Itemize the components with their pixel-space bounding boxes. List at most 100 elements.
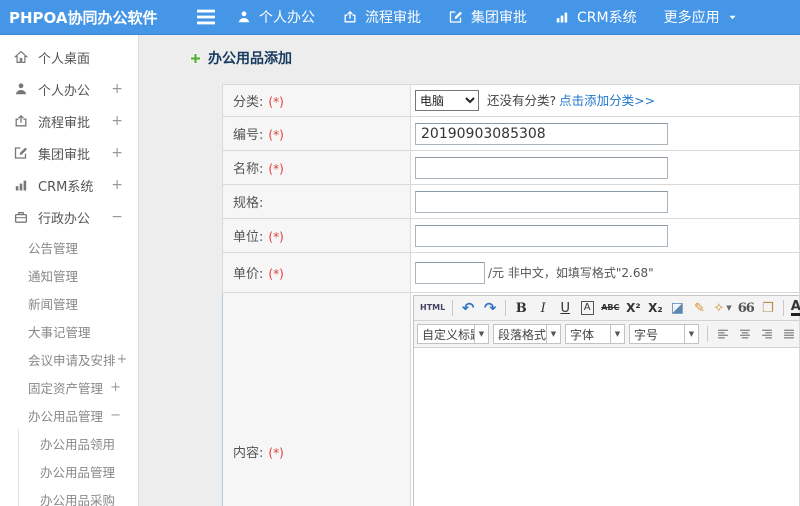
sidebar-item-events-mgmt[interactable]: 大事记管理 (0, 317, 138, 345)
sidebar-item-label: 流程审批 (38, 115, 91, 131)
superscript-icon: X² (626, 301, 641, 315)
top-bar: PHPOA协同办公软件 个人办公 流程审批 集团审批 CRM系统 更多应用 (0, 0, 800, 35)
auto-format-icon: ✧ (713, 300, 725, 316)
field-label: 内容: (233, 445, 264, 461)
nav-item-group-approval[interactable]: 集团审批 (448, 7, 527, 27)
chevron-down-icon (727, 12, 738, 23)
expander-icon[interactable]: + (110, 380, 121, 395)
nav-item-crm-system[interactable]: CRM系统 (554, 7, 637, 27)
sidebar-item-news-mgmt[interactable]: 新闻管理 (0, 289, 138, 317)
required-mark: (*) (268, 267, 284, 281)
sidebar-item-label: CRM系统 (38, 179, 94, 195)
sidebar-item-label: 大事记管理 (28, 324, 91, 340)
sidebar-item-label: 办公用品管理 (28, 408, 104, 424)
add-category-link[interactable]: 点击添加分类>> (559, 93, 655, 108)
align-center-icon (738, 328, 752, 341)
sidebar-item-label: 集团审批 (38, 147, 91, 163)
editor-btn-html-source[interactable]: HTML (418, 298, 447, 318)
required-mark: (*) (268, 162, 284, 176)
sidebar-item-crm-system[interactable]: CRM系统 + (0, 169, 138, 201)
italic-icon: I (540, 300, 546, 316)
toolbar-separator (782, 300, 784, 316)
editor-btn-undo[interactable]: ↶ (458, 298, 478, 318)
field-label: 分类: (233, 95, 264, 110)
editor-btn-align-right[interactable] (757, 324, 777, 344)
editor-btn-autotypeset[interactable]: A (577, 298, 597, 318)
editor-font-family-select[interactable]: 字体 ▼ (565, 324, 625, 344)
sidebar-item-personal-desktop[interactable]: 个人桌面 (0, 41, 138, 73)
editor-btn-paste-text[interactable]: ❐ (758, 298, 778, 318)
expander-icon[interactable]: + (111, 113, 123, 129)
bold-icon: B (515, 300, 527, 316)
editor-btn-font-color[interactable]: A▼ (789, 298, 800, 318)
editor-btn-auto-format[interactable]: ✧ ▼ (711, 298, 733, 318)
nav-item-label: 更多应用 (663, 10, 720, 26)
editor-font-size-select[interactable]: 字号 ▼ (629, 324, 699, 344)
editor-btn-italic[interactable]: I (533, 298, 553, 318)
sidebar-item-supplies-requisition[interactable]: 办公用品领用 (19, 429, 138, 457)
unit-input[interactable] (415, 224, 668, 247)
sidebar-item-label: 办公用品管理 (40, 464, 116, 480)
editor-btn-strikethrough[interactable]: ABC (599, 298, 621, 318)
expander-icon[interactable]: + (111, 177, 123, 193)
nav-item-more-apps[interactable]: 更多应用 (664, 7, 738, 27)
chart-icon (13, 177, 29, 193)
sidebar-item-announcement-mgmt[interactable]: 公告管理 (0, 233, 138, 261)
sidebar-item-supplies-purchase[interactable]: 办公用品采购 (19, 485, 138, 506)
editor-btn-subscript[interactable]: X₂ (645, 298, 665, 318)
expander-icon[interactable]: + (111, 145, 123, 161)
sidebar-item-fixed-assets-mgmt[interactable]: 固定资产管理 + (0, 373, 138, 401)
editor-btn-bold[interactable]: B (511, 298, 531, 318)
spec-input[interactable] (415, 190, 668, 213)
sidebar-item-notice-mgmt[interactable]: 通知管理 (0, 261, 138, 289)
name-input[interactable] (415, 156, 668, 179)
format-painter-icon: ✎ (693, 300, 705, 316)
home-icon (13, 49, 29, 65)
expander-icon[interactable]: + (117, 352, 128, 367)
app-logo: PHPOA协同办公软件 (9, 8, 158, 27)
form-row-content: 内容:(*)HTML↶↷BIUAABCX²X₂◪✎✧▼66❐A▼ab▼自定义标题… (222, 292, 800, 506)
editor-btn-align-center[interactable] (735, 324, 755, 344)
editor-custom-title-select[interactable]: 自定义标题▼ (417, 324, 489, 344)
expander-icon[interactable]: − (110, 408, 121, 423)
nav-item-workflow-approval[interactable]: 流程审批 (342, 7, 421, 27)
editor-btn-blockquote[interactable]: 66 (736, 298, 756, 318)
editor-btn-justify[interactable] (779, 324, 799, 344)
no-category-text: 还没有分类? (487, 92, 557, 108)
price-hint-text: /元 非中文，如填写格式"2.68" (488, 265, 654, 280)
hamburger-menu-icon[interactable] (194, 0, 218, 34)
editor-paragraph-select[interactable]: 段落格式 ▼ (493, 324, 561, 344)
sidebar-item-label: 个人办公 (38, 83, 91, 99)
sidebar-item-meeting-request[interactable]: 会议申请及安排 + (0, 345, 138, 373)
form-label-code: 编号: (*) (222, 116, 411, 151)
editor-btn-remove-format[interactable]: ◪ (667, 298, 687, 318)
code-input[interactable] (415, 122, 668, 145)
editor-btn-format-painter[interactable]: ✎ (689, 298, 709, 318)
field-label: 单位: (233, 230, 264, 245)
sidebar-item-group-approval[interactable]: 集团审批 + (0, 137, 138, 169)
sidebar-item-supplies-mgmt[interactable]: 办公用品管理 (19, 457, 138, 485)
form-row-category: 分类: (*) 电脑 还没有分类? 点击添加分类>> (222, 84, 800, 117)
expander-icon[interactable]: + (111, 81, 123, 97)
subscript-icon: X₂ (648, 301, 663, 315)
font-color-icon: A (790, 299, 800, 316)
editor-btn-superscript[interactable]: X² (623, 298, 643, 318)
expander-icon[interactable]: − (111, 209, 123, 225)
toolbar-separator (505, 300, 507, 316)
justify-icon (782, 328, 796, 341)
nav-item-personal-office[interactable]: 个人办公 (236, 7, 315, 27)
category-select[interactable]: 电脑 (415, 90, 479, 112)
price-input[interactable] (415, 261, 485, 284)
sidebar: 个人桌面个人办公 + 流程审批 + 集团审批 + CRM系统 + 行政办公 − 公告管理 通知管理 新闻… (0, 35, 139, 506)
editor-btn-align-left[interactable] (713, 324, 733, 344)
select-label: 段落格式 (498, 327, 546, 342)
editor-content[interactable] (414, 348, 800, 506)
form-label-name: 名称: (*) (222, 150, 411, 185)
editor-btn-underline[interactable]: U (555, 298, 575, 318)
sidebar-item-office-supplies-mgmt[interactable]: 办公用品管理 − (0, 401, 138, 429)
editor-btn-redo[interactable]: ↷ (480, 298, 500, 318)
sidebar-item-admin-office[interactable]: 行政办公 − (0, 201, 138, 233)
form-label-spec: 规格: (222, 184, 411, 219)
sidebar-item-workflow-approval[interactable]: 流程审批 + (0, 105, 138, 137)
sidebar-item-personal-office[interactable]: 个人办公 + (0, 73, 138, 105)
